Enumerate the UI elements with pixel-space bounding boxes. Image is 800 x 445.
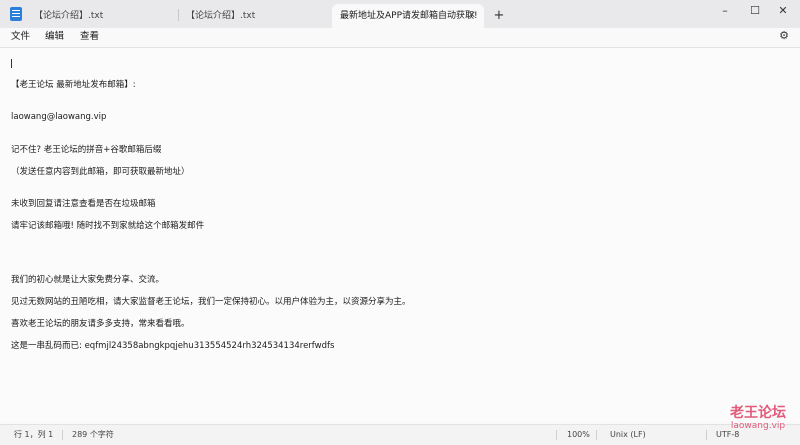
tab-3-active[interactable]: 最新地址及APP请发邮箱自动获取! ✕	[332, 4, 484, 28]
content-line-6: 请牢记该邮箱哦! 随时找不到家就给这个邮箱发邮件	[11, 221, 205, 231]
menu-file[interactable]: 文件	[11, 30, 30, 44]
menu-bar: 文件 编辑 查看	[0, 28, 800, 46]
tab-label: 【论坛介绍】.txt	[34, 11, 104, 21]
content-line-1: 【老王论坛 最新地址发布邮箱】:	[11, 80, 136, 90]
content-line-4: （发送任意内容到此邮箱，即可获取最新地址）	[11, 167, 190, 177]
content-line-10: 这是一串乱码而已: eqfmjl24358abngkpqjehu31355452…	[11, 341, 335, 351]
status-separator	[596, 430, 597, 440]
gear-icon[interactable]: ⚙	[778, 30, 790, 42]
character-count: 289 个字符	[72, 430, 114, 439]
cursor-position[interactable]: 行 1，列 1	[14, 429, 53, 441]
status-bar: 行 1，列 1 289 个字符 100% Unix (LF) UTF-8	[0, 424, 800, 445]
zoom-level[interactable]: 100%	[567, 429, 590, 441]
maximize-button[interactable]: ☐	[740, 0, 770, 24]
watermark-title: 老王论坛	[730, 405, 786, 421]
content-line-5: 未收到回复请注意查看是否在垃圾邮箱	[11, 199, 156, 209]
close-tab-icon[interactable]: ✕	[468, 4, 476, 28]
content-line-2: laowang@laowang.vip	[11, 112, 107, 122]
minimize-button[interactable]: –	[710, 0, 740, 24]
tab-label: 【论坛介绍】.txt	[186, 11, 256, 21]
line-ending[interactable]: Unix (LF)	[610, 429, 646, 441]
title-bar: 【论坛介绍】.txt 【论坛介绍】.txt 最新地址及APP请发邮箱自动获取! …	[0, 0, 800, 28]
content-line-9: 喜欢老王论坛的朋友请多多支持，常来看看哦。	[11, 319, 190, 329]
new-tab-button[interactable]: +	[492, 4, 506, 28]
text-editor[interactable]	[0, 48, 800, 422]
menu-edit[interactable]: 编辑	[45, 30, 64, 44]
text-caret	[11, 59, 12, 68]
menu-view[interactable]: 查看	[80, 30, 99, 44]
status-separator	[556, 430, 557, 440]
notepad-icon	[10, 7, 22, 21]
status-separator	[62, 430, 63, 440]
tab-label: 最新地址及APP请发邮箱自动获取!	[340, 11, 478, 21]
status-separator	[706, 430, 707, 440]
content-line-7: 我们的初心就是让大家免费分享、交流。	[11, 275, 165, 285]
watermark-url: laowang.vip	[730, 421, 786, 431]
content-line-3: 记不住? 老王论坛的拼音+谷歌邮箱后缀	[11, 145, 162, 155]
content-line-8: 见过无数网站的丑陋吃相，请大家监督老王论坛，我们一定保持初心。以用户体验为主，以…	[11, 297, 411, 307]
tab-2[interactable]: 【论坛介绍】.txt	[178, 4, 330, 28]
close-window-button[interactable]: ✕	[768, 0, 798, 24]
tab-1[interactable]: 【论坛介绍】.txt	[26, 4, 176, 28]
watermark: 老王论坛 laowang.vip	[720, 405, 796, 432]
